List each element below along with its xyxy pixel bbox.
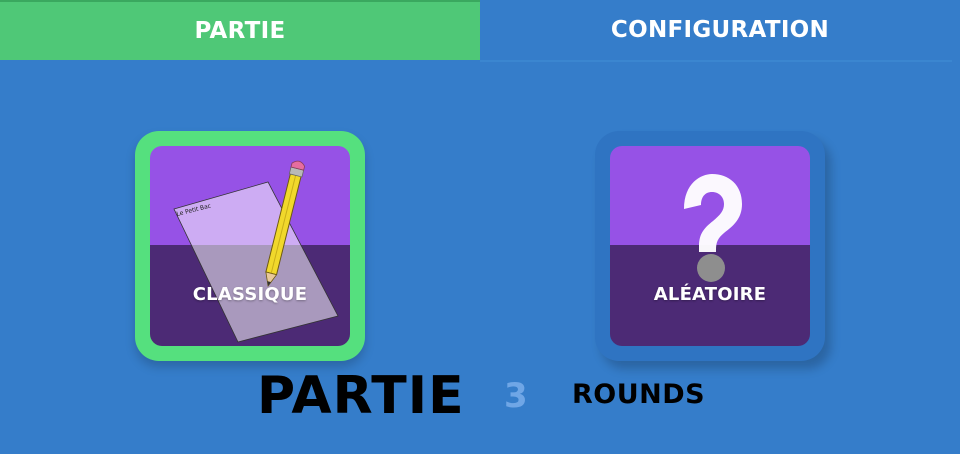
mode-card-aleatoire-inner: ALÉATOIRE <box>610 146 810 346</box>
rounds-count[interactable]: 3 <box>504 374 528 418</box>
question-mark-icon <box>684 174 742 282</box>
tab-bar: PARTIE CONFIGURATION <box>0 0 960 60</box>
game-title: PARTIE <box>257 366 465 426</box>
mode-card-classique-inner: Le Petit Bac CLASSIQUE <box>150 146 350 346</box>
mode-label-classique: CLASSIQUE <box>192 284 308 305</box>
mode-card-aleatoire[interactable]: ALÉATOIRE <box>595 131 825 361</box>
tab-divider <box>480 60 952 62</box>
mode-card-classique[interactable]: Le Petit Bac CLASSIQUE <box>135 131 365 361</box>
paper-and-pencil-icon: Le Petit Bac <box>173 160 339 343</box>
tab-configuration[interactable]: CONFIGURATION <box>480 0 960 60</box>
rounds-label: ROUNDS <box>572 379 706 410</box>
tab-partie[interactable]: PARTIE <box>0 0 480 60</box>
mode-label-aleatoire: ALÉATOIRE <box>653 284 767 305</box>
